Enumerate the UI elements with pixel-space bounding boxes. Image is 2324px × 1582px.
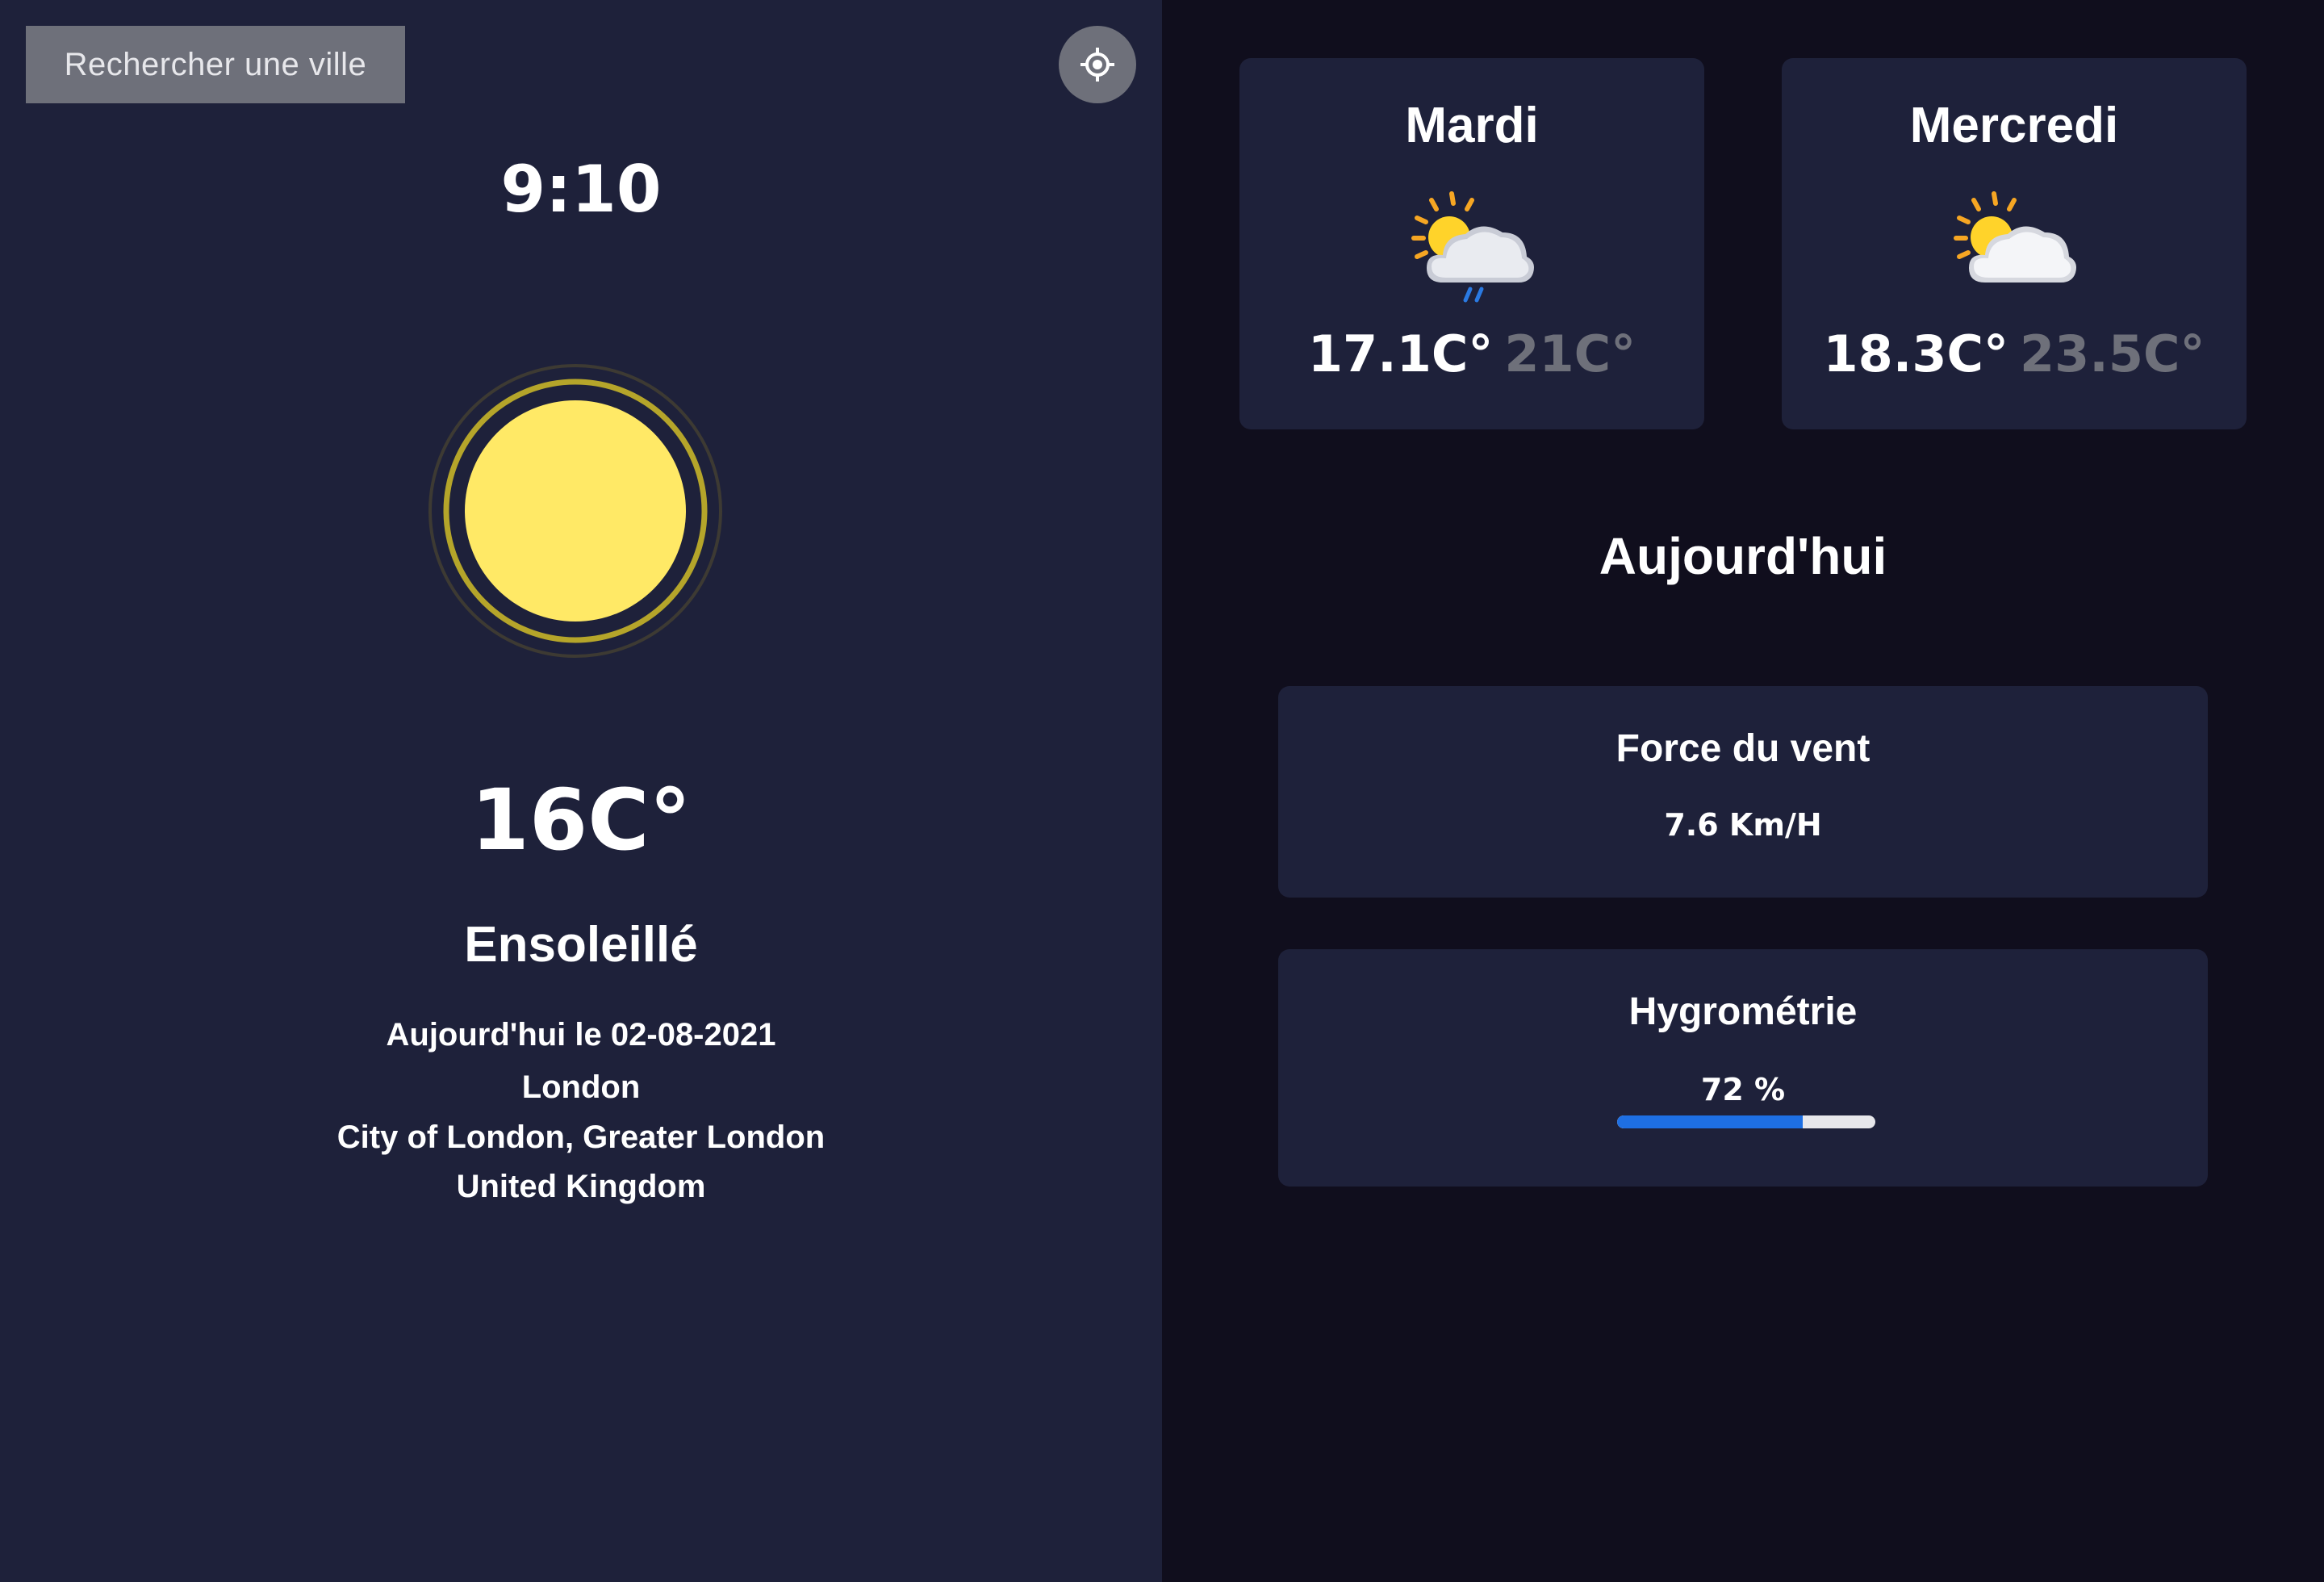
search-city-button[interactable]: Rechercher une ville (26, 26, 405, 103)
humidity-progress-fill (1617, 1115, 1804, 1128)
weather-condition: Ensoleillé (464, 917, 698, 973)
sun-cloud-icon (1954, 191, 2076, 282)
sun-icon (428, 363, 723, 659)
humidity-value: 72 % (1700, 1072, 1786, 1107)
current-weather-panel: Rechercher une ville 9:10 16C° Ensoleill… (0, 0, 1162, 1582)
crosshair-icon (1080, 48, 1114, 82)
forecast-day: Mardi (1405, 98, 1539, 153)
current-date: Aujourd'hui le 02-08-2021 (386, 1017, 776, 1053)
current-time: 9:10 (500, 152, 662, 227)
locate-button[interactable] (1059, 26, 1136, 103)
forecast-temps: 17.1C° 21C° (1239, 324, 1704, 383)
wind-card: Force du vent 7.6 Km/H (1278, 686, 2208, 898)
wind-value: 7.6 Km/H (1664, 807, 1822, 843)
forecast-card: Mercredi 18.3C° 23.5C° (1782, 58, 2247, 429)
humidity-progress-bar (1617, 1115, 1875, 1128)
wind-title: Force du vent (1616, 727, 1870, 770)
forecast-min-temp: 17.1C° (1307, 324, 1494, 383)
forecast-max-temp: 21C° (1504, 324, 1636, 383)
city-name: London (521, 1069, 641, 1105)
forecast-max-temp: 23.5C° (2020, 324, 2205, 383)
weather-app: Rechercher une ville 9:10 16C° Ensoleill… (0, 0, 2324, 1582)
country-name: United Kingdom (456, 1169, 706, 1204)
sun-cloud-rain-icon (1411, 191, 1534, 303)
humidity-title: Hygrométrie (1628, 990, 1858, 1033)
today-title: Aujourd'hui (1599, 527, 1887, 585)
forecast-day: Mercredi (1909, 98, 2119, 153)
forecast-temps: 18.3C° 23.5C° (1782, 324, 2247, 383)
humidity-card: Hygrométrie 72 % (1278, 949, 2208, 1186)
forecast-min-temp: 18.3C° (1823, 324, 2008, 383)
forecast-card: Mardi 17.1C° 21C° (1239, 58, 1704, 429)
current-temperature: 16C° (470, 771, 692, 869)
region-name: City of London, Greater London (336, 1120, 826, 1155)
forecast-panel: Mardi 17.1C° 21C° Mercredi 18.3C° 23.5C°… (1162, 0, 2324, 1582)
